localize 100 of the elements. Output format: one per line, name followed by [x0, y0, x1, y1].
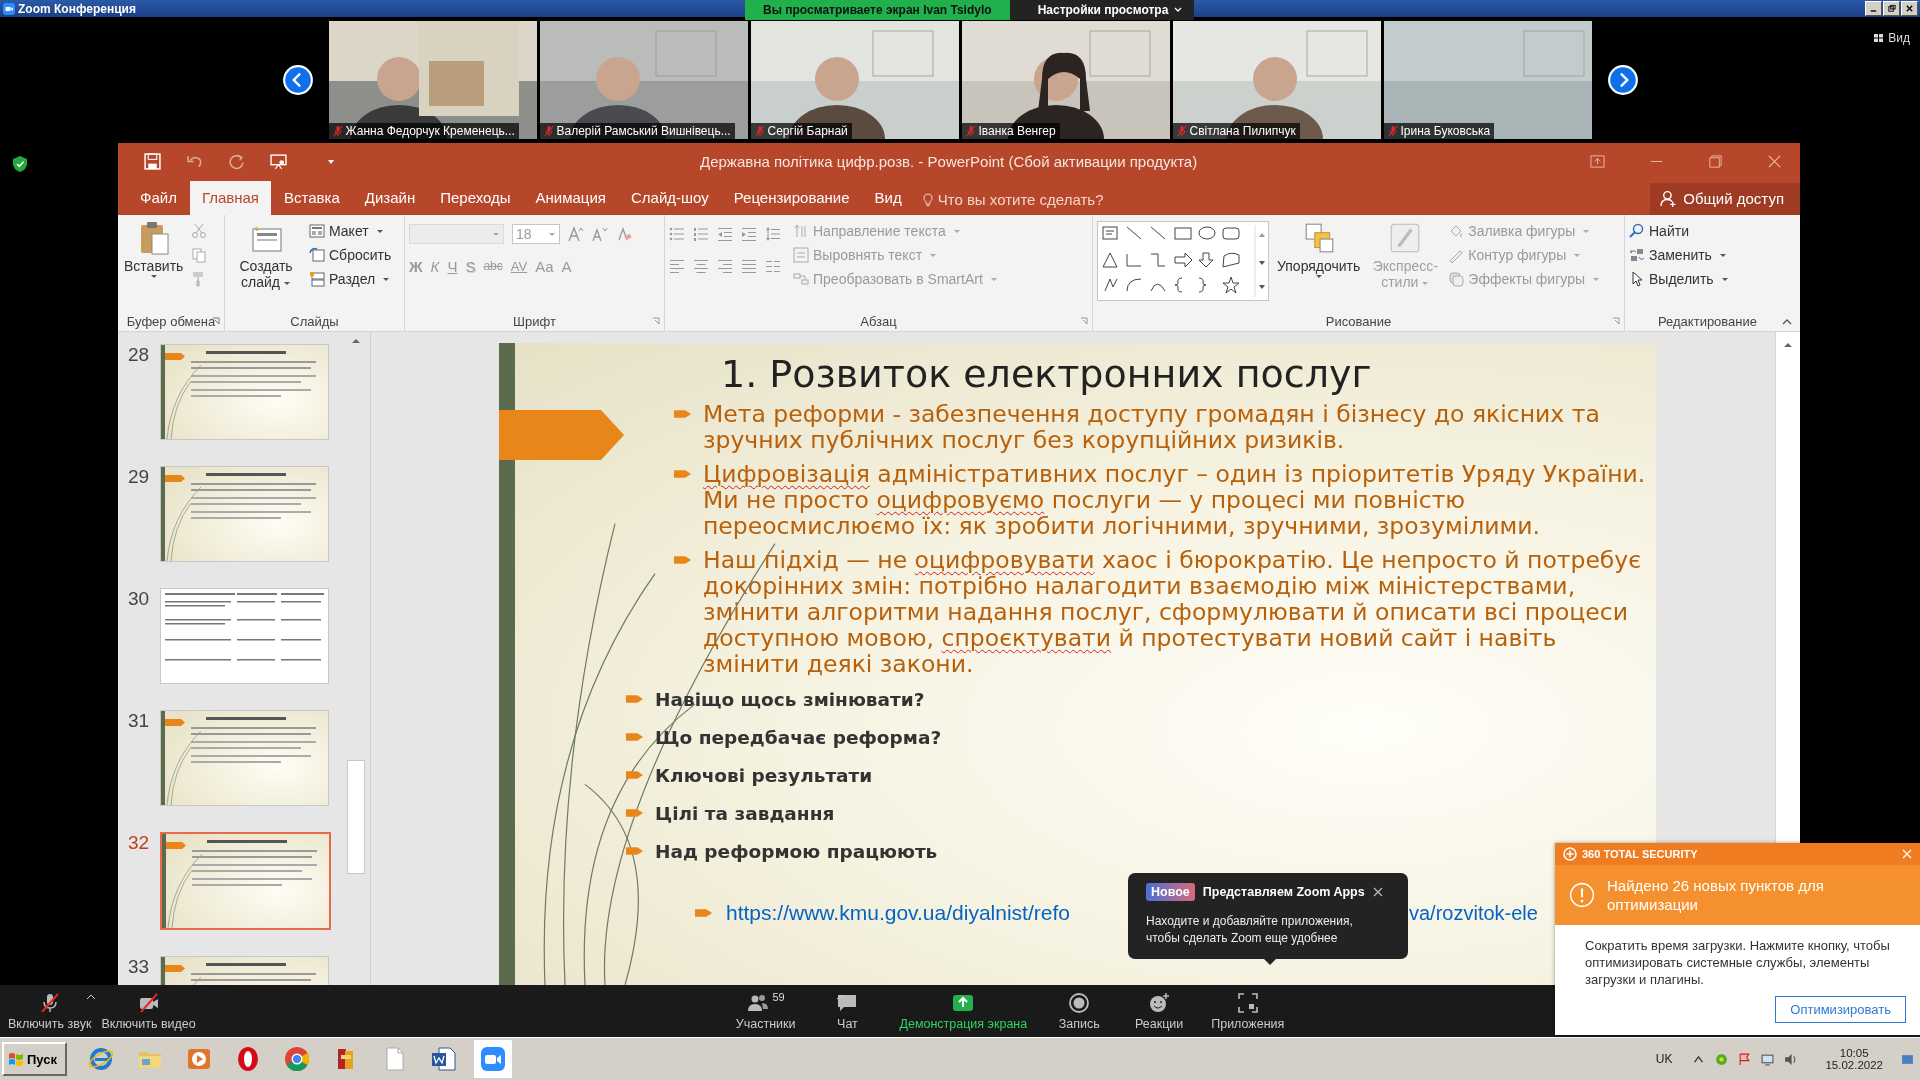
plus-circle-icon	[1563, 847, 1577, 861]
restore-button[interactable]	[1883, 1, 1900, 16]
caret-icon	[282, 280, 291, 286]
line-spacing-icon[interactable]	[765, 226, 781, 242]
toolbar-button[interactable]: Демонстрация экрана	[899, 991, 1028, 1031]
topic-text: Цілі та завдання	[655, 802, 835, 824]
layout-button[interactable]: Макет	[309, 221, 392, 241]
minimize-button[interactable]	[1865, 1, 1882, 16]
clear-format-icon[interactable]	[616, 226, 632, 242]
start-button[interactable]: Пуск	[2, 1042, 67, 1076]
ribbon-tab[interactable]: Рецензирование	[721, 189, 862, 215]
language-indicator[interactable]: UK	[1655, 1052, 1673, 1066]
scroll-up-icon[interactable]	[351, 338, 361, 344]
new-slide-button[interactable]: Создать слайд	[229, 221, 303, 290]
caret-icon	[952, 228, 961, 234]
scroll-thumb[interactable]	[347, 760, 365, 874]
tooltip-title: Представляем Zoom Apps	[1202, 885, 1365, 899]
caret-icon	[375, 228, 384, 234]
clock-time[interactable]: 10:05	[1839, 1047, 1869, 1059]
view-settings-menu[interactable]: Настройки просмотра	[1009, 0, 1195, 20]
arrange-button[interactable]: Упорядочить	[1275, 221, 1363, 279]
align-center-icon[interactable]	[693, 258, 709, 274]
toolbar-button[interactable]: Приложения	[1211, 991, 1285, 1031]
presentation-icon[interactable]	[270, 153, 287, 170]
toolbar-button[interactable]: Реакции	[1131, 991, 1188, 1031]
cursor-icon	[1629, 271, 1645, 287]
save-icon[interactable]	[144, 153, 161, 170]
show-desktop-icon[interactable]	[1901, 1052, 1914, 1066]
find-button[interactable]: Найти	[1629, 221, 1729, 241]
frame-icon	[1235, 991, 1260, 1015]
scroll-up-icon[interactable]	[1783, 342, 1793, 348]
undo-icon[interactable]	[186, 153, 203, 170]
ball-icon[interactable]	[1715, 1052, 1729, 1066]
document-icon[interactable]	[430, 1045, 458, 1073]
collapse-ribbon-icon[interactable]	[1782, 319, 1792, 325]
ribbon-tab[interactable]: Анимация	[523, 189, 618, 215]
toolbar-button[interactable]: Запись	[1051, 991, 1108, 1031]
justify-icon[interactable]	[741, 258, 757, 274]
toolbar-button[interactable]: Чат	[819, 991, 876, 1031]
copy-icon[interactable]	[191, 247, 208, 263]
paste-button[interactable]: Вставить	[122, 221, 186, 279]
align-left-icon[interactable]	[669, 258, 685, 274]
scissors-icon[interactable]	[191, 223, 208, 239]
select-button[interactable]: Выделить	[1629, 269, 1729, 289]
flag-icon[interactable]	[1738, 1052, 1752, 1066]
section-button[interactable]: Раздел	[309, 269, 392, 289]
shrink-font-icon[interactable]	[592, 226, 608, 242]
group-label: Буфер обмена	[126, 313, 216, 329]
hyperlink[interactable]: va/rozvitok-ele	[1409, 901, 1538, 925]
increase-indent-icon[interactable]	[741, 226, 757, 242]
share-button[interactable]: Общий доступ	[1650, 183, 1800, 215]
align-right-icon[interactable]	[717, 258, 733, 274]
shield-icon[interactable]	[13, 156, 27, 172]
optimize-button[interactable]: Оптимизировать	[1775, 996, 1906, 1023]
person-add-icon	[1660, 190, 1678, 207]
columns-icon[interactable]	[765, 258, 781, 274]
reset-button[interactable]: Сбросить	[309, 245, 392, 265]
clock-date[interactable]: 15.02.2022	[1825, 1059, 1883, 1071]
decrease-indent-icon[interactable]	[717, 226, 733, 242]
ribbon-tab[interactable]: Дизайн	[352, 189, 428, 215]
caret-icon[interactable]	[86, 994, 96, 1000]
shapes-gallery[interactable]	[1097, 221, 1269, 301]
topic-text: Що передбачає реформа?	[655, 726, 942, 748]
dropdown-icon[interactable]	[327, 158, 335, 165]
pinwheel-icon[interactable]	[283, 1045, 311, 1073]
windows-flag-icon	[8, 1052, 24, 1066]
ribbon-tab[interactable]: Слайд-шоу	[618, 189, 721, 215]
ribbon-tab[interactable]: Вставка	[272, 189, 352, 215]
ribbon-tab[interactable]: Главная	[189, 181, 271, 215]
next-page-button[interactable]	[1606, 64, 1639, 96]
speaker-icon[interactable]	[1784, 1052, 1798, 1066]
view-button[interactable]: Вид	[1874, 31, 1910, 45]
alert-title: Найдено 26 новых пунктов для оптимизации	[1607, 876, 1825, 914]
monitor-icon[interactable]	[1761, 1052, 1775, 1066]
slide-thumbnail[interactable]	[160, 710, 329, 806]
grow-font-icon[interactable]	[568, 226, 584, 242]
reset-icon	[309, 247, 325, 263]
slide-thumbnail[interactable]	[160, 588, 329, 684]
redo-icon[interactable]	[228, 153, 245, 170]
ribbon-tab[interactable]: Файл	[128, 189, 189, 215]
slide-number: 28	[128, 344, 151, 366]
ribbon-display-icon[interactable]	[1590, 154, 1605, 169]
replace-button[interactable]: Заменить	[1629, 245, 1729, 265]
ribbon-tab[interactable]: Переходы	[428, 189, 523, 215]
diagram-icon	[793, 271, 809, 287]
hyperlink[interactable]: https://www.kmu.gov.ua/diyalnist/refo	[726, 901, 1070, 925]
orbit-icon[interactable]	[87, 1045, 115, 1073]
tell-me-field[interactable]: Что вы хотите сделать?	[914, 191, 1138, 215]
ribbon-tab[interactable]: Вид	[862, 189, 914, 215]
close-icon[interactable]	[1372, 887, 1383, 897]
slide-thumbnail[interactable]	[160, 344, 329, 440]
toolbar-button[interactable]: Включить видео	[101, 991, 196, 1031]
previous-page-button[interactable]	[281, 64, 314, 96]
toolbar-button[interactable]: 59 Участники	[735, 991, 796, 1031]
slide-thumbnail[interactable]	[160, 832, 331, 930]
numbering-icon[interactable]	[693, 226, 709, 242]
slide-thumbnail[interactable]	[160, 466, 329, 562]
toolbar-button[interactable]: Включить звук	[8, 991, 92, 1031]
caret-icon[interactable]	[835, 994, 846, 1000]
window-title: Державна політика цифр.розв. - PowerPoint (Сбой активации продукта)	[700, 153, 1198, 170]
